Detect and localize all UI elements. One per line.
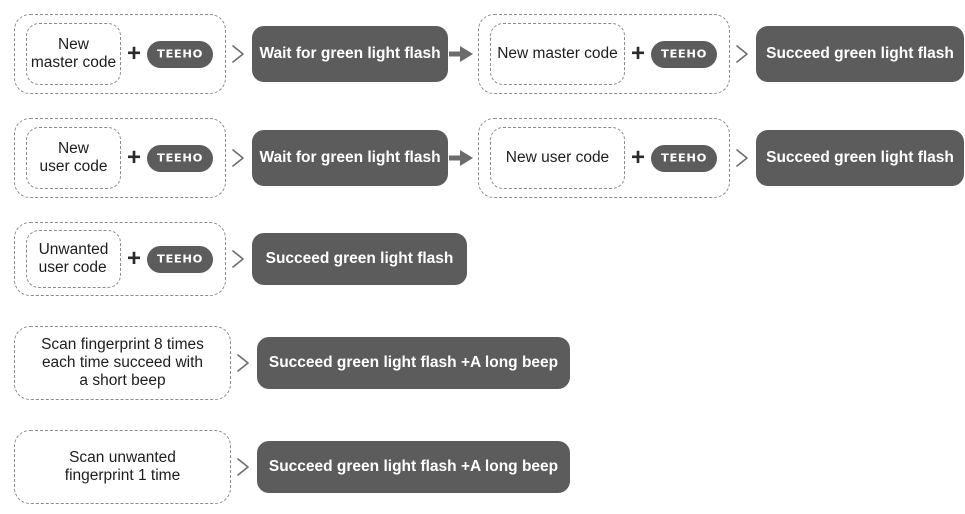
teeho-badge-label: TEEHO	[661, 47, 707, 61]
input-box-scan-fingerprint-8-times[interactable]: Scan fingerprint 8 times each time succe…	[14, 326, 231, 400]
input-label: Scan fingerprint 8 times each time succe…	[41, 335, 204, 390]
plus-symbol: +	[630, 144, 645, 171]
teeho-badge[interactable]: TEEHO	[147, 40, 213, 68]
result-pill-label: Succeed green light flash	[265, 250, 454, 267]
step-pill-wait-green-light[interactable]: Wait for green light flash	[252, 26, 448, 82]
input-group-new-master-code: New master code + TEEHO	[14, 14, 226, 94]
confirm-box-new-user-code[interactable]: New user code	[490, 127, 625, 189]
step-pill-label: Wait for green light flash	[259, 45, 441, 62]
arrow-right-icon	[448, 39, 478, 69]
plus-symbol: +	[126, 245, 141, 272]
chevron-connector-icon	[231, 348, 257, 378]
teeho-badge[interactable]: TEEHO	[147, 245, 213, 273]
result-pill-succeed-green-light-long-beep[interactable]: Succeed green light flash +A long beep	[257, 441, 570, 493]
input-box-new-user-code[interactable]: New user code	[26, 127, 121, 189]
result-pill-label: Succeed green light flash	[766, 149, 954, 166]
chevron-connector-icon	[226, 244, 252, 274]
input-label: Scan unwanted fingerprint 1 time	[64, 448, 181, 484]
flow-row-new-master-code: New master code + TEEHO Wait for green l…	[0, 14, 964, 94]
programming-flow-diagram: New master code + TEEHO Wait for green l…	[0, 0, 965, 514]
flow-row-scan-unwanted-fingerprint: Scan unwanted fingerprint 1 time Succeed…	[0, 430, 570, 504]
confirm-label: New user code	[505, 148, 610, 166]
result-pill-label: Succeed green light flash	[766, 45, 954, 62]
flow-row-unwanted-user-code: Unwanted user code + TEEHO Succeed green…	[0, 222, 467, 296]
input-box-new-master-code[interactable]: New master code	[26, 23, 121, 85]
teeho-badge[interactable]: TEEHO	[651, 40, 717, 68]
arrow-right-icon	[448, 143, 478, 173]
chevron-connector-icon	[226, 143, 252, 173]
input-box-scan-unwanted-fingerprint[interactable]: Scan unwanted fingerprint 1 time	[14, 430, 231, 504]
plus-symbol: +	[126, 40, 141, 67]
confirm-label: New master code	[497, 44, 618, 62]
step-pill-label: Wait for green light flash	[259, 149, 441, 166]
result-pill-label: Succeed green light flash +A long beep	[268, 354, 559, 371]
teeho-badge-label: TEEHO	[157, 47, 203, 61]
result-pill-succeed-green-light[interactable]: Succeed green light flash	[756, 26, 964, 82]
chevron-connector-icon	[730, 39, 756, 69]
teeho-badge-label: TEEHO	[157, 151, 203, 165]
teeho-badge[interactable]: TEEHO	[147, 144, 213, 172]
input-group-new-user-code: New user code + TEEHO	[14, 118, 226, 198]
confirm-box-new-master-code[interactable]: New master code	[490, 23, 625, 85]
confirm-group-new-user-code: New user code + TEEHO	[478, 118, 730, 198]
confirm-group-new-master-code: New master code + TEEHO	[478, 14, 730, 94]
result-pill-succeed-green-light[interactable]: Succeed green light flash	[756, 130, 964, 186]
result-pill-label: Succeed green light flash +A long beep	[268, 458, 559, 475]
plus-symbol: +	[126, 144, 141, 171]
input-label: New user code	[39, 139, 108, 175]
input-label: Unwanted user code	[38, 240, 109, 276]
chevron-connector-icon	[231, 452, 257, 482]
plus-symbol: +	[630, 40, 645, 67]
flow-row-scan-fingerprint-8-times: Scan fingerprint 8 times each time succe…	[0, 326, 570, 400]
teeho-badge-label: TEEHO	[157, 252, 203, 266]
flow-row-new-user-code: New user code + TEEHO Wait for green lig…	[0, 118, 964, 198]
result-pill-succeed-green-light-long-beep[interactable]: Succeed green light flash +A long beep	[257, 337, 570, 389]
input-box-unwanted-user-code[interactable]: Unwanted user code	[26, 230, 121, 288]
result-pill-succeed-green-light[interactable]: Succeed green light flash	[252, 233, 467, 285]
step-pill-wait-green-light[interactable]: Wait for green light flash	[252, 130, 448, 186]
teeho-badge[interactable]: TEEHO	[651, 144, 717, 172]
input-group-unwanted-user-code: Unwanted user code + TEEHO	[14, 222, 226, 296]
chevron-connector-icon	[226, 39, 252, 69]
chevron-connector-icon	[730, 143, 756, 173]
input-label-line1: New master code	[30, 35, 117, 71]
teeho-badge-label: TEEHO	[661, 151, 707, 165]
